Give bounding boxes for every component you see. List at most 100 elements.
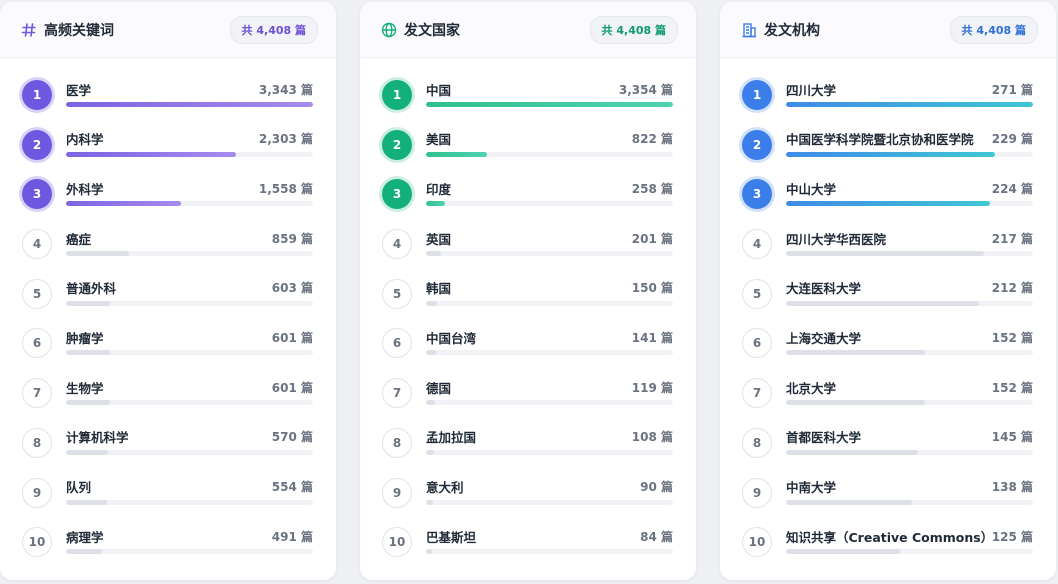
item-name: 首都医科大学 [786,430,862,446]
list-item: 2 内科学 2,303 篇 [0,129,336,180]
rank-badge: 2 [22,129,52,160]
progress-track [426,400,673,406]
list-item: 9 中南大学 138 篇 [720,477,1056,528]
item-count: 601 篇 [271,330,313,345]
item-count: 152 篇 [991,380,1033,395]
rank-badge: 7 [742,378,772,409]
item-line: 英国 201 篇 [426,229,673,247]
item-count: 125 篇 [991,529,1033,544]
item-count: 570 篇 [271,430,313,445]
item-line: 印度 258 篇 [426,179,673,197]
item-count: 141 篇 [631,330,673,345]
rank-badge: 4 [382,229,412,260]
panel-header: 发文机构 共 4,408 篇 [720,2,1056,58]
rank-badge: 4 [742,229,772,260]
item-count: 152 篇 [991,330,1033,345]
total-badge: 共 4,408 篇 [589,15,678,44]
rank-badge: 2 [382,129,412,160]
item-name: 外科学 [66,181,104,197]
item-name: 队列 [66,480,92,495]
item-count: 138 篇 [991,480,1033,494]
progress-bar [66,449,109,455]
progress-bar [426,151,487,157]
item-name: 中国台湾 [426,330,477,346]
progress-track [66,201,313,207]
progress-bar [66,251,130,257]
item-name: 知识共享（Creative Commons） [786,529,986,545]
list-item: 2 中国医学科学院暨北京协和医学院 229 篇 [720,129,1056,180]
progress-track [426,251,673,257]
rank-badge: 5 [22,278,52,309]
panel-header: 高频关键词 共 4,408 篇 [0,2,336,58]
progress-bar [426,400,435,406]
item-name: 癌症 [66,231,92,247]
list-item: 5 普通外科 603 篇 [0,278,336,329]
list-item: 1 四川大学 271 篇 [720,80,1056,130]
progress-bar [426,201,446,207]
item-line: 中国台湾 141 篇 [426,328,673,346]
item-line: 癌症 859 篇 [66,229,313,247]
item-count: 491 篇 [271,529,313,544]
item-name: 北京大学 [786,380,837,396]
item-name: 中南大学 [786,480,837,495]
progress-bar [426,449,434,455]
progress-track [66,251,313,257]
item-line: 孟加拉国 108 篇 [426,428,673,446]
progress-track [786,251,1033,257]
item-name: 内科学 [66,132,104,148]
item-name: 德国 [426,380,452,396]
rank-badge: 3 [382,179,412,210]
item-name: 普通外科 [66,281,117,297]
progress-track [426,449,673,455]
item-count: 212 篇 [991,281,1033,296]
item-line: 医学 3,343 篇 [66,80,313,98]
progress-track [426,102,673,107]
progress-bar [786,102,1033,107]
item-line: 计算机科学 570 篇 [66,428,313,446]
total-badge: 共 4,408 篇 [229,15,318,44]
item-line: 中国医学科学院暨北京协和医学院 229 篇 [786,130,1033,148]
item-count: 554 篇 [271,480,313,494]
panel-title: 发文机构 [764,22,820,39]
list-item: 8 首都医科大学 145 篇 [720,427,1056,478]
progress-track [66,300,313,306]
globe-icon [380,21,398,39]
item-name: 大连医科大学 [786,281,862,297]
progress-track [426,499,673,505]
item-count: 603 篇 [271,281,313,296]
progress-bar [66,499,107,505]
item-line: 中山大学 224 篇 [786,179,1033,197]
progress-track [66,151,313,157]
progress-track [786,300,1033,306]
progress-bar [66,102,313,107]
list-item: 8 计算机科学 570 篇 [0,427,336,478]
progress-track [426,350,673,356]
progress-bar [786,300,980,306]
rank-badge: 6 [382,328,412,359]
rank-badge: 3 [742,179,772,210]
item-count: 217 篇 [991,231,1033,246]
item-count: 3,354 篇 [618,82,673,97]
ranking-list: 1 四川大学 271 篇 2 中国医学科学院暨北京协和医学院 229 篇 3 中山大学 224 … [720,58,1056,577]
rank-badge: 6 [22,328,52,359]
item-name: 计算机科学 [66,430,129,446]
item-line: 内科学 2,303 篇 [66,130,313,148]
item-line: 首都医科大学 145 篇 [786,428,1033,446]
list-item: 10 知识共享（Creative Commons） 125 篇 [720,527,1056,577]
rank-badge: 9 [742,477,772,508]
item-line: 队列 554 篇 [66,478,313,496]
item-count: 271 篇 [991,82,1033,97]
rank-badge: 10 [742,527,772,558]
progress-track [66,400,313,406]
item-count: 119 篇 [631,380,673,395]
item-name: 四川大学 [786,82,837,98]
progress-bar [786,251,984,257]
progress-bar [66,300,111,306]
progress-bar [66,201,182,207]
item-count: 3,343 篇 [258,82,313,97]
progress-track [66,549,313,555]
item-line: 外科学 1,558 篇 [66,179,313,197]
rank-badge: 8 [382,427,412,458]
list-item: 1 医学 3,343 篇 [0,80,336,130]
item-line: 四川大学华西医院 217 篇 [786,229,1033,247]
